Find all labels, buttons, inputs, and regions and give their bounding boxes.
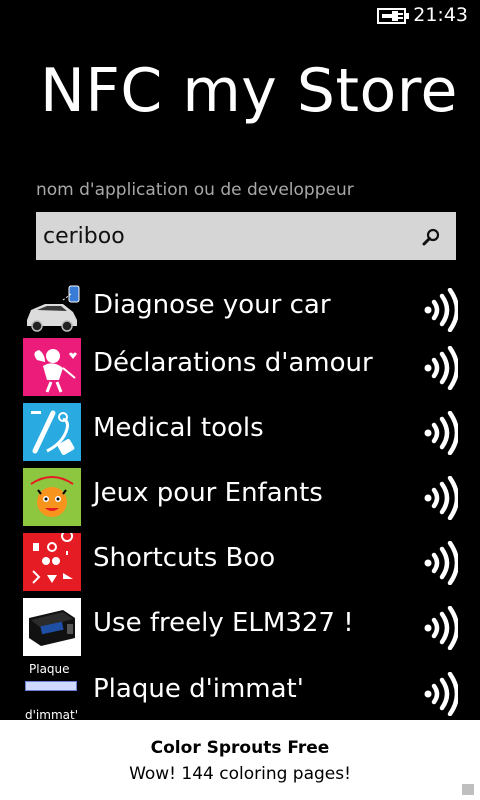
- list-item[interactable]: Medical tools: [0, 403, 480, 465]
- search-input[interactable]: [36, 212, 416, 260]
- list-item[interactable]: Shortcuts Boo: [0, 533, 480, 595]
- list-item[interactable]: Plaque d'immat' Plaque d'immat': [0, 664, 480, 720]
- list-item[interactable]: Jeux pour Enfants: [0, 468, 480, 530]
- list-item[interactable]: Diagnose your car: [0, 280, 480, 342]
- ad-banner[interactable]: Color Sprouts Free Wow! 144 coloring pag…: [0, 720, 480, 800]
- ad-info-icon[interactable]: [462, 784, 474, 795]
- app-name: Diagnose your car: [93, 290, 331, 320]
- app-name: Shortcuts Boo: [93, 543, 276, 573]
- search-icon[interactable]: [422, 228, 440, 246]
- app-name: Jeux pour Enfants: [93, 478, 323, 508]
- status-bar: 21:43: [0, 0, 480, 32]
- app-name: Plaque d'immat': [93, 674, 304, 704]
- medical-tools-icon: [23, 403, 81, 461]
- page-title: NFC my Store: [40, 56, 458, 126]
- car-diagnostic-icon: [23, 280, 81, 338]
- nfc-icon[interactable]: [418, 411, 458, 455]
- nfc-icon[interactable]: [418, 346, 458, 390]
- nfc-icon[interactable]: [418, 288, 458, 332]
- battery-charging-icon: [377, 8, 409, 24]
- license-plate-icon: Plaque d'immat': [23, 664, 81, 720]
- app-name: Medical tools: [93, 413, 264, 443]
- nfc-icon[interactable]: [418, 672, 458, 716]
- ad-title: Color Sprouts Free: [150, 738, 330, 758]
- app-list: Diagnose your car Déclarations d'amour M…: [0, 272, 480, 720]
- license-plate-bar: [25, 681, 77, 691]
- search-box[interactable]: [36, 212, 456, 260]
- nfc-icon[interactable]: [418, 541, 458, 585]
- ad-subtitle: Wow! 144 coloring pages!: [129, 764, 351, 784]
- elm327-adapter-icon: [23, 598, 81, 656]
- nfc-icon[interactable]: [418, 606, 458, 650]
- app-name: Déclarations d'amour: [93, 348, 373, 378]
- list-item[interactable]: Use freely ELM327 !: [0, 598, 480, 660]
- license-plate-label-top: Plaque: [29, 664, 70, 676]
- kids-games-icon: [23, 468, 81, 526]
- search-label: nom d'application ou de developpeur: [36, 180, 354, 200]
- list-item[interactable]: Déclarations d'amour: [0, 338, 480, 400]
- cupid-icon: [23, 338, 81, 396]
- nfc-icon[interactable]: [418, 476, 458, 520]
- app-name: Use freely ELM327 !: [93, 608, 354, 638]
- shortcuts-icon: [23, 533, 81, 591]
- clock: 21:43: [413, 4, 468, 26]
- license-plate-label-bottom: d'immat': [25, 708, 78, 720]
